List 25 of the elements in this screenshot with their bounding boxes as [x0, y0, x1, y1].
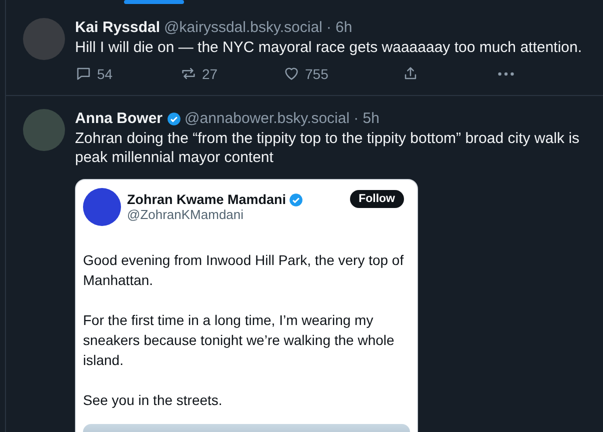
follow-button[interactable]: Follow [350, 190, 404, 208]
avatar [83, 188, 121, 226]
author-handle[interactable]: @annabower.bsky.social [184, 109, 350, 128]
author-handle[interactable]: @kairyssdal.bsky.social [164, 18, 322, 37]
share-icon [402, 65, 419, 82]
author-name[interactable]: Kai Ryssdal [75, 18, 160, 37]
repost-icon [180, 65, 197, 82]
repost-button[interactable]: 27 [180, 65, 283, 82]
post-time: · 5h [354, 109, 380, 128]
like-button[interactable]: 755 [283, 65, 402, 82]
post-paragraph: See you in the streets. [83, 391, 224, 410]
verified-icon [289, 192, 304, 206]
reply-button[interactable]: 54 [75, 65, 180, 82]
post-paragraph: Good evening from Inwood Hill Park, the very top of Manhattan. [83, 251, 405, 290]
author-name: Zohran Kwame Mamdani [127, 192, 286, 207]
author-name[interactable]: Anna Bower [75, 109, 163, 128]
post-time: · 6h [326, 18, 352, 37]
post-text: Zohran doing the “from the tippity top to the tippity bottom” broad city walk is peak millennial mayor content [75, 129, 580, 167]
comment-icon [75, 65, 92, 82]
author-handle: @ZohranKMamdani [127, 207, 245, 222]
post-paragraph: For the first time in a long time, I’m wearing my sneakers because tonight we’re walking the whole island. [83, 311, 396, 370]
more-icon [498, 72, 514, 76]
verified-icon [166, 112, 181, 126]
post-text: Hill I will die on — the NYC mayoral race gets waaaaaay too much attention. [75, 38, 583, 57]
heart-icon [283, 65, 300, 82]
